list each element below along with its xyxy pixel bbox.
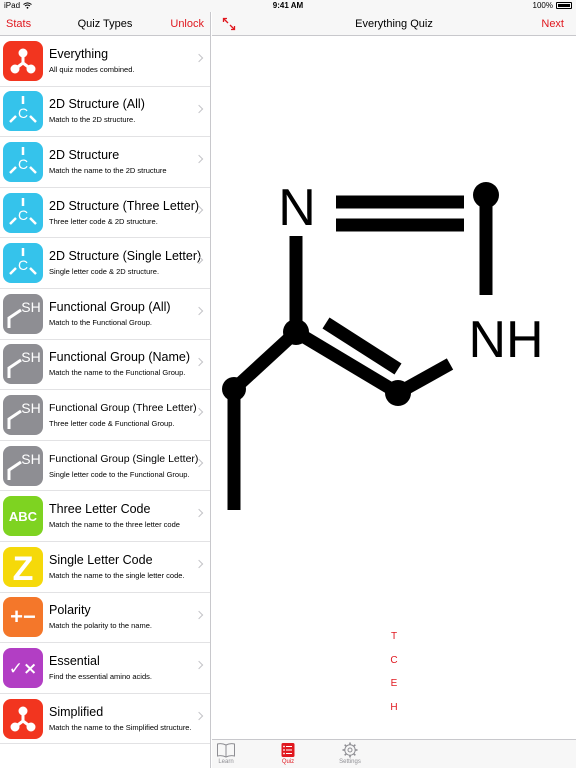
quiz-item-subtitle: Match the name to the single letter code… [49, 570, 185, 580]
svg-text:SH: SH [21, 451, 40, 467]
unlock-button[interactable]: Unlock [170, 18, 204, 30]
2d-structure-icon: C [3, 141, 43, 182]
list-icon [281, 743, 295, 757]
2d-structure-icon: C [3, 192, 43, 233]
battery-icon [556, 2, 572, 9]
quiz-item-functional-group-name[interactable]: SH Functional Group (Name) Match the nam… [0, 340, 210, 391]
quiz-type-list: Everything All quiz modes combined. C 2D… [0, 36, 210, 745]
status-time: 9:41 AM [272, 1, 304, 10]
svg-text:C: C [18, 156, 28, 172]
quiz-item-functional-group-three-letter[interactable]: SH Functional Group (Three Letter) Three… [0, 390, 210, 441]
svg-text:+−: +− [10, 605, 36, 629]
atom-nh-label: NH [468, 311, 543, 369]
status-bar: iPad 9:41 AM 100% [0, 0, 576, 12]
svg-text:C: C [18, 257, 28, 273]
quiz-title: Everything Quiz [355, 18, 433, 30]
plus-minus-icon: +− [3, 597, 43, 638]
quiz-item-title: 2D Structure (Three Letter) [49, 198, 200, 213]
tab-bar: Learn Quiz Settings [212, 739, 576, 768]
battery-percent: 100% [532, 1, 553, 10]
gear-icon [342, 742, 358, 758]
svg-text:C: C [18, 207, 28, 223]
atom-n-label: N [278, 179, 316, 237]
status-right: 100% [533, 1, 572, 10]
quiz-navbar: Everything Quiz Next [212, 12, 576, 36]
quiz-item-subtitle: Match the polarity to the name. [49, 621, 152, 631]
answer-letter[interactable]: C [390, 655, 398, 679]
quiz-item-title: 2D Structure (Single Letter) [49, 249, 202, 264]
quiz-item-title: Functional Group (Name) [49, 350, 191, 365]
2d-structure-icon: C [3, 91, 43, 132]
quiz-item-subtitle: Match the name to the Simplified structu… [49, 722, 192, 732]
tab-label: Quiz [281, 759, 295, 765]
quiz-panel: Everything Quiz Next N NH T C E H [212, 12, 576, 739]
quiz-item-subtitle: Match the name to the 2D structure [49, 165, 167, 175]
answer-letter[interactable]: H [390, 702, 398, 726]
quiz-item-three-letter-code[interactable]: ABC Three Letter Code Match the name to … [0, 491, 210, 542]
svg-text:SH: SH [21, 299, 40, 315]
quiz-item-subtitle: Single letter code & 2D structure. [49, 267, 160, 277]
tab-label: Settings [339, 759, 361, 765]
quiz-item-title: Functional Group (Three Letter) [49, 401, 197, 414]
answer-letters: T C E H [390, 631, 398, 725]
svg-text:SH: SH [21, 349, 40, 365]
quiz-item-essential[interactable]: ✓× Essential Find the essential amino ac… [0, 643, 210, 694]
sidebar-navbar: Stats Quiz Types Unlock [0, 12, 210, 36]
molecule-structure: N NH [222, 179, 544, 510]
quiz-item-subtitle: Three letter code & 2D structure. [49, 216, 158, 226]
quiz-item-subtitle: All quiz modes combined. [49, 64, 135, 74]
tab-label: Learn [218, 759, 234, 765]
quiz-item-2d-structure-three-letter[interactable]: C 2D Structure (Three Letter) Three lett… [0, 188, 210, 239]
quiz-item-title: Essential [49, 653, 100, 668]
quiz-item-subtitle: Match the name to the Functional Group. [49, 368, 186, 378]
functional-group-icon: SH [3, 445, 43, 486]
functional-group-icon: SH [3, 293, 43, 334]
sidebar: Stats Quiz Types Unlock Everything All q… [0, 12, 211, 768]
quiz-item-2d-structure[interactable]: C 2D Structure Match the name to the 2D … [0, 137, 210, 188]
everything-icon [3, 698, 43, 739]
quiz-item-subtitle: Match the name to the three letter code [49, 520, 180, 530]
quiz-item-title: Everything [49, 46, 109, 61]
quiz-item-title: Functional Group (All) [49, 299, 171, 314]
everything-icon [3, 40, 43, 81]
quiz-item-functional-group-all[interactable]: SH Functional Group (All) Match to the F… [0, 289, 210, 340]
2d-structure-icon: C [3, 243, 43, 284]
quiz-item-title: Three Letter Code [49, 502, 151, 517]
quiz-item-title: Functional Group (Single Letter) [49, 452, 199, 465]
quiz-item-subtitle: Match to the 2D structure. [49, 115, 136, 125]
quiz-item-functional-group-single-letter[interactable]: SH Functional Group (Single Letter) Sing… [0, 441, 210, 492]
quiz-item-2d-structure-all[interactable]: C 2D Structure (All) Match to the 2D str… [0, 87, 210, 138]
quiz-item-title: 2D Structure (All) [49, 97, 145, 112]
tab-quiz[interactable]: Quiz [268, 742, 308, 765]
quiz-item-title: Polarity [49, 603, 91, 618]
svg-text:C: C [18, 105, 28, 121]
answer-letter[interactable]: T [390, 631, 398, 655]
svg-text:ABC: ABC [9, 509, 38, 524]
quiz-item-subtitle: Find the essential amino acids. [49, 671, 152, 681]
tab-learn[interactable]: Learn [206, 742, 246, 765]
quiz-item-2d-structure-single-letter[interactable]: C 2D Structure (Single Letter) Single le… [0, 238, 210, 289]
tab-settings[interactable]: Settings [330, 742, 370, 765]
quiz-item-subtitle: Three letter code & Functional Group. [49, 418, 175, 428]
answer-letter[interactable]: E [390, 678, 398, 702]
functional-group-icon: SH [3, 394, 43, 435]
quiz-item-simplified[interactable]: Simplified Match the name to the Simplif… [0, 694, 210, 745]
quiz-item-title: 2D Structure [49, 147, 120, 162]
svg-text:Z: Z [13, 550, 34, 584]
quiz-item-polarity[interactable]: +− Polarity Match the polarity to the na… [0, 593, 210, 644]
z-letter-icon: Z [3, 546, 43, 587]
next-button[interactable]: Next [541, 18, 564, 30]
check-cross-icon: ✓× [3, 647, 43, 688]
quiz-item-single-letter-code[interactable]: Z Single Letter Code Match the name to t… [0, 542, 210, 593]
abc-icon: ABC [3, 496, 43, 537]
quiz-item-title: Simplified [49, 704, 104, 719]
book-icon [217, 743, 235, 758]
quiz-item-subtitle: Match to the Functional Group. [49, 317, 152, 327]
svg-text:✓×: ✓× [9, 659, 38, 679]
functional-group-icon: SH [3, 344, 43, 385]
quiz-item-title: Single Letter Code [49, 552, 153, 567]
svg-text:SH: SH [21, 400, 40, 416]
quiz-item-everything[interactable]: Everything All quiz modes combined. [0, 36, 210, 87]
quiz-item-subtitle: Single letter code to the Functional Gro… [49, 469, 190, 479]
